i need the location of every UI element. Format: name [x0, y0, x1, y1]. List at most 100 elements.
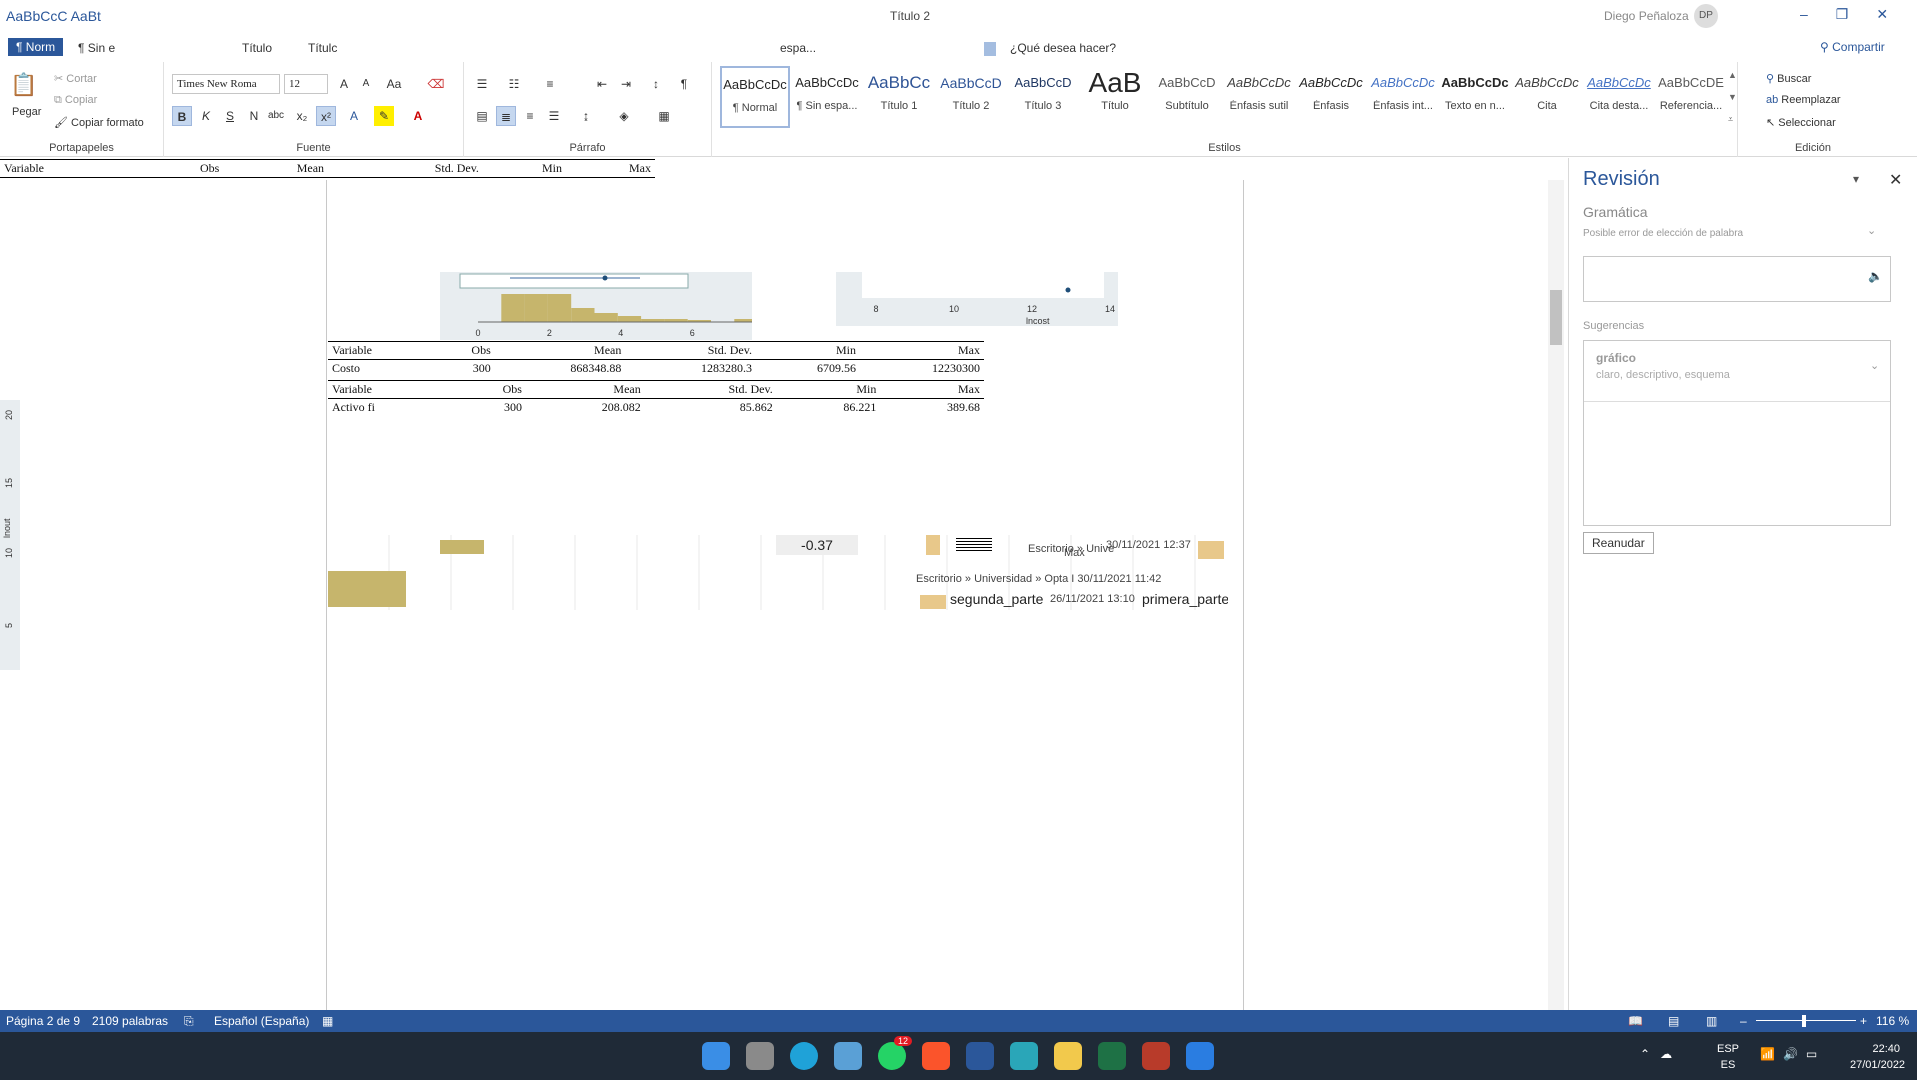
- style-texto-en-negrita[interactable]: AaBbCcDc Texto en n...: [1440, 66, 1510, 128]
- word-count[interactable]: 2109 palabras: [92, 1014, 168, 1028]
- clock[interactable]: 22:40 27/01/2022: [1850, 1041, 1905, 1073]
- input-language[interactable]: ESP ES: [1716, 1041, 1740, 1073]
- brave-icon[interactable]: [922, 1042, 950, 1070]
- clear-format-icon[interactable]: ⌫: [426, 74, 446, 94]
- tell-me-search[interactable]: ¿Qué desea hacer?: [984, 41, 1116, 56]
- mendeley-icon[interactable]: [1186, 1042, 1214, 1070]
- quick-access-toolbar[interactable]: AaBbCcC AaBt: [6, 8, 101, 24]
- sort-icon[interactable]: ↕: [646, 74, 666, 94]
- format-painter-button[interactable]: 🖌 Copiar formato: [54, 116, 144, 129]
- minimize-icon[interactable]: –: [1800, 6, 1836, 22]
- bullets-icon[interactable]: ☰: [472, 74, 492, 94]
- pane-options-icon[interactable]: ▾: [1853, 172, 1859, 186]
- web-layout-icon[interactable]: ▥: [1706, 1014, 1717, 1028]
- italic-icon[interactable]: K: [196, 106, 216, 126]
- excel-icon[interactable]: [1098, 1042, 1126, 1070]
- justify-icon[interactable]: ☰: [544, 106, 564, 126]
- zoom-in-icon[interactable]: +: [1860, 1014, 1867, 1028]
- cut-button[interactable]: ✂ Cortar: [54, 72, 97, 85]
- increase-indent-icon[interactable]: ⇥: [616, 74, 636, 94]
- numbering-icon[interactable]: ☷: [504, 74, 524, 94]
- style-titulo-1[interactable]: AaBbCc Título 1: [864, 66, 934, 128]
- grow-font-icon[interactable]: A: [334, 74, 354, 94]
- proofing-icon[interactable]: ⎘: [184, 1014, 194, 1029]
- style-subtitulo[interactable]: AaBbCcD Subtítulo: [1152, 66, 1222, 128]
- style-titulo[interactable]: AaB Título: [1080, 66, 1150, 128]
- style-enfasis[interactable]: AaBbCcDc Énfasis: [1296, 66, 1366, 128]
- stata-icon[interactable]: [1010, 1042, 1038, 1070]
- align-right-icon[interactable]: ≡: [520, 106, 540, 126]
- styles-scroll-down-icon[interactable]: ▼: [1728, 92, 1737, 102]
- window-controls[interactable]: –❐✕: [1800, 6, 1916, 23]
- user-name[interactable]: Diego Peñaloza: [1604, 9, 1689, 23]
- shrink-font-icon[interactable]: A: [356, 74, 376, 94]
- text-effects-icon[interactable]: A: [344, 106, 364, 126]
- vertical-scrollbar[interactable]: [1548, 180, 1564, 1010]
- suggestion-item[interactable]: gráfico: [1596, 351, 1636, 365]
- volume-icon[interactable]: 🔊: [1783, 1047, 1806, 1061]
- zoom-slider-thumb[interactable]: [1802, 1015, 1806, 1027]
- style-cita-destacada[interactable]: AaBbCcDc Cita desta...: [1584, 66, 1654, 128]
- resume-button[interactable]: Reanudar: [1583, 532, 1654, 554]
- close-icon[interactable]: ✕: [1889, 170, 1902, 190]
- font-color-icon[interactable]: A: [408, 106, 428, 126]
- battery-icon[interactable]: ▭: [1806, 1047, 1825, 1061]
- borders-icon[interactable]: ▦: [654, 106, 674, 126]
- highlight-icon[interactable]: ✎: [374, 106, 394, 126]
- start-icon[interactable]: [702, 1042, 730, 1070]
- system-tray[interactable]: ⌃☁: [1640, 1047, 1682, 1061]
- copy-button[interactable]: ⧉ Copiar: [54, 94, 97, 107]
- font-size-combo[interactable]: 12: [284, 74, 328, 94]
- pilcrow-icon[interactable]: ¶: [674, 74, 694, 94]
- style-titulo-3[interactable]: AaBbCcD Título 3: [1008, 66, 1078, 128]
- read-mode-icon[interactable]: 📖: [1628, 1014, 1643, 1028]
- whatsapp-icon[interactable]: 12: [878, 1036, 912, 1070]
- page-count[interactable]: Página 2 de 9: [6, 1014, 80, 1028]
- tab-style-titulo[interactable]: Título: [242, 41, 272, 55]
- apps-icon[interactable]: [834, 1042, 862, 1070]
- strikethrough-icon[interactable]: N: [244, 106, 264, 126]
- accessibility-icon[interactable]: ▦: [322, 1014, 333, 1028]
- chevron-down-icon[interactable]: ⌄: [1870, 359, 1879, 372]
- speaker-icon[interactable]: 🔈: [1868, 269, 1883, 283]
- paste-button[interactable]: Pegar: [12, 106, 41, 118]
- replace-button[interactable]: ab Reemplazar: [1766, 94, 1841, 106]
- paste-icon[interactable]: 📋: [10, 72, 37, 98]
- onedrive-icon[interactable]: ☁: [1660, 1047, 1682, 1061]
- superscript-icon[interactable]: x²: [316, 106, 336, 126]
- zoom-out-icon[interactable]: –: [1740, 1014, 1747, 1028]
- tab-style-normal[interactable]: ¶ Norm: [8, 38, 64, 56]
- edge-icon[interactable]: [790, 1042, 818, 1070]
- style-sin-espaciado[interactable]: AaBbCcDc ¶ Sin espa...: [792, 66, 862, 128]
- change-case-icon[interactable]: Aa: [384, 74, 404, 94]
- underline-icon[interactable]: S: [220, 106, 240, 126]
- abc-icon[interactable]: abc: [266, 106, 286, 126]
- style-normal[interactable]: AaBbCcDc ¶ Normal: [720, 66, 790, 128]
- tray-icons[interactable]: 📶🔊▭: [1760, 1047, 1825, 1061]
- style-cita[interactable]: AaBbCcDc Cita: [1512, 66, 1582, 128]
- align-center-icon[interactable]: ≣: [496, 106, 516, 126]
- font-name-combo[interactable]: Times New Roma: [172, 74, 280, 94]
- avatar[interactable]: DP: [1694, 4, 1718, 28]
- decrease-indent-icon[interactable]: ⇤: [592, 74, 612, 94]
- word-icon[interactable]: [966, 1042, 994, 1070]
- styles-scroll-up-icon[interactable]: ▲: [1728, 70, 1737, 80]
- tab-style-titulo-2[interactable]: Títulc: [308, 41, 337, 55]
- zoom-level[interactable]: 116 %: [1876, 1014, 1909, 1028]
- shading-icon[interactable]: ◈: [614, 106, 634, 126]
- tab-style-espacio[interactable]: espa...: [780, 41, 816, 55]
- language[interactable]: Español (España): [214, 1014, 309, 1028]
- style-referencia[interactable]: AaBbCcDE Referencia...: [1656, 66, 1726, 128]
- task-view-icon[interactable]: [746, 1042, 774, 1070]
- style-enfasis-sutil[interactable]: AaBbCcDc Énfasis sutil: [1224, 66, 1294, 128]
- bold-icon[interactable]: B: [172, 106, 192, 126]
- share-button[interactable]: ⚲ Compartir: [1820, 40, 1885, 54]
- print-layout-icon[interactable]: ▤: [1668, 1014, 1679, 1028]
- chevron-down-icon[interactable]: ⌄: [1867, 224, 1876, 237]
- find-button[interactable]: ⚲ Buscar: [1766, 72, 1811, 85]
- close-icon[interactable]: ✕: [1876, 6, 1916, 22]
- scrollbar-thumb[interactable]: [1550, 290, 1562, 345]
- style-enfasis-intenso[interactable]: AaBbCcDc Énfasis int...: [1368, 66, 1438, 128]
- restore-icon[interactable]: ❐: [1836, 6, 1877, 22]
- tab-style-sin-espacio[interactable]: ¶ Sin e: [78, 41, 115, 55]
